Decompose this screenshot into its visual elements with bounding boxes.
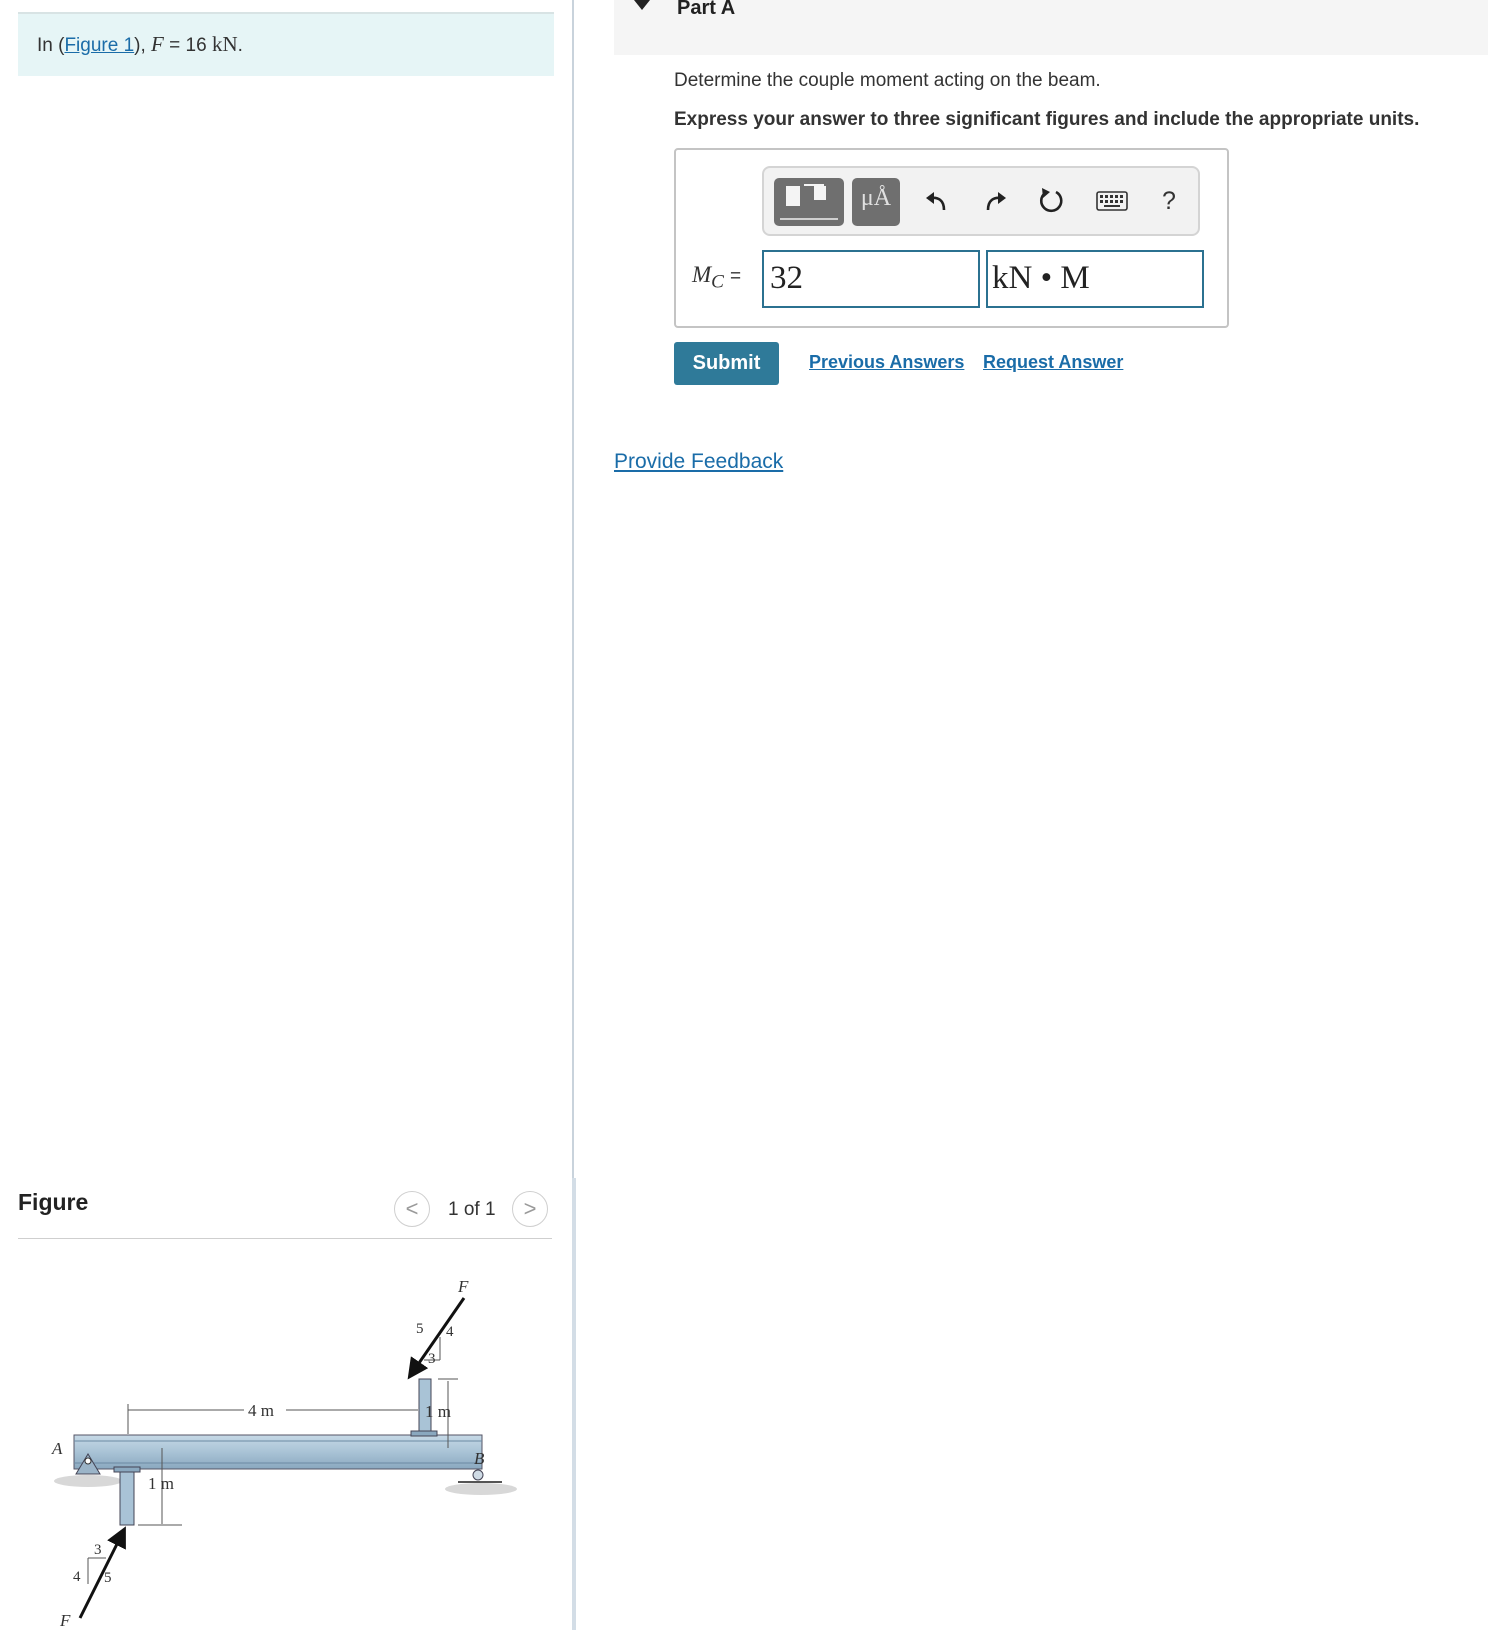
pane-divider-lower	[572, 1178, 576, 1630]
bottom-post	[119, 1468, 135, 1526]
redo-icon	[986, 192, 1006, 211]
prev-figure-button[interactable]: <	[394, 1191, 430, 1227]
tri-top-hyp: 5	[416, 1321, 424, 1337]
figure-link[interactable]: Figure 1	[64, 35, 134, 56]
undo-button[interactable]	[920, 184, 954, 218]
chevron-left-icon: <	[405, 1196, 419, 1221]
intro-period: .	[237, 35, 243, 56]
tri-bot-horz: 3	[94, 1542, 102, 1558]
beam-figure: 4 m 1 m 1 m A B F 5 4 3 F 3 4 5	[51, 1277, 517, 1630]
force-top-label: F	[457, 1277, 469, 1296]
math-toolbar: μÅ ?	[762, 166, 1200, 236]
answer-box: μÅ ? MC = 32 kN • M	[674, 148, 1229, 328]
point-a-label: A	[51, 1439, 63, 1458]
intro-equals: = 16	[163, 35, 212, 56]
ground-b	[445, 1483, 517, 1495]
force-variable: F	[151, 32, 164, 56]
tri-top-vert: 4	[446, 1324, 454, 1340]
redo-button[interactable]	[978, 184, 1012, 218]
dim-top-label: 1 m	[425, 1402, 451, 1421]
reset-icon	[1040, 188, 1063, 213]
pager-count: 1 of 1	[448, 1199, 496, 1220]
problem-pane: In (Figure 1), F = 16 kN. Figure < 1 of …	[0, 0, 575, 1630]
units-button[interactable]: μÅ	[852, 178, 900, 226]
keyboard-button[interactable]	[1092, 184, 1132, 218]
submit-button[interactable]: Submit	[674, 342, 779, 385]
unit-input[interactable]: kN • M	[986, 250, 1204, 308]
part-title: Part A	[677, 0, 736, 19]
help-button[interactable]: ?	[1152, 184, 1186, 218]
keyboard-icon	[1096, 191, 1128, 211]
ground-a	[54, 1475, 122, 1487]
force-arrow-bottom	[78, 1526, 126, 1619]
caret-down-icon	[634, 0, 650, 10]
value-input[interactable]: 32	[762, 250, 980, 308]
dim-span-label: 4 m	[248, 1401, 274, 1420]
answer-label: MC =	[692, 262, 742, 293]
figure-pager: < 1 of 1 >	[394, 1191, 554, 1229]
part-header[interactable]: Part A	[614, 0, 1488, 55]
tri-bot-hyp: 5	[104, 1570, 112, 1586]
intro-prefix: In (	[37, 35, 65, 56]
request-answer-link[interactable]: Request Answer	[983, 352, 1123, 373]
previous-answers-link[interactable]: Previous Answers	[809, 352, 964, 373]
force-arrow-top	[407, 1297, 466, 1380]
next-figure-button[interactable]: >	[512, 1191, 548, 1227]
point-b-label: B	[474, 1449, 485, 1468]
force-bottom-label: F	[59, 1611, 71, 1630]
figure-divider	[18, 1238, 552, 1239]
tri-top-horz: 3	[428, 1351, 436, 1367]
beam	[73, 1434, 483, 1470]
intro-suffix: ),	[134, 35, 152, 56]
force-unit: kN	[211, 32, 238, 56]
question-text: Determine the couple moment acting on th…	[674, 70, 1101, 91]
tri-bot-vert: 4	[73, 1569, 81, 1585]
reset-button[interactable]	[1034, 184, 1068, 218]
chevron-right-icon: >	[523, 1196, 537, 1221]
instruction-text: Express your answer to three significant…	[674, 109, 1420, 130]
figure-title: Figure	[18, 1189, 89, 1215]
templates-icon	[780, 184, 838, 220]
undo-icon	[926, 192, 946, 211]
roller-support-b	[472, 1469, 484, 1481]
provide-feedback-link[interactable]: Provide Feedback	[614, 450, 783, 474]
dim-bottom-label: 1 m	[148, 1474, 174, 1493]
templates-button[interactable]	[774, 178, 844, 226]
problem-statement: In (Figure 1), F = 16 kN.	[18, 12, 554, 76]
